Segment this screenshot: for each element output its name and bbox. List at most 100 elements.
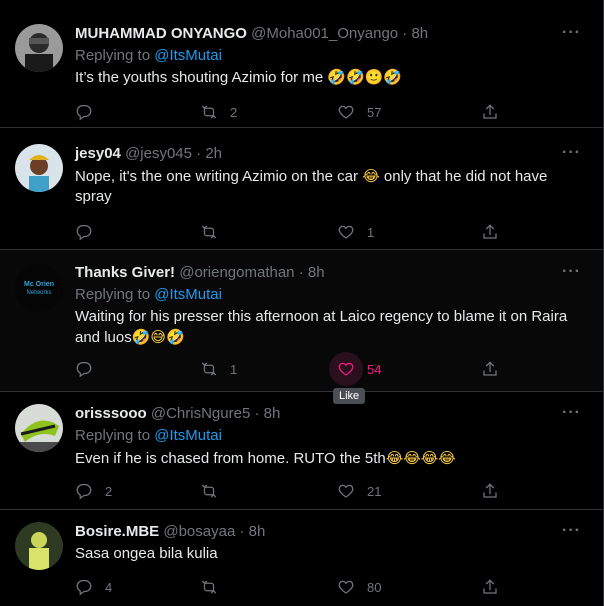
tweet-actions: 2 57 [75,100,515,124]
retweet-button[interactable] [200,575,230,599]
avatar[interactable] [15,404,63,452]
more-options-icon[interactable]: ··· [562,404,581,422]
avatar[interactable] [15,144,63,192]
more-options-icon[interactable]: ··· [562,24,581,42]
emoji: 🤣😅🤣 [131,328,185,346]
like-count: 54 [367,361,382,377]
tweet-text: Sasa ongea bila kulia [75,544,575,564]
timestamp[interactable]: · 2h [196,145,222,162]
heart-icon [338,225,354,239]
tweet-header: Bosire.MBE @bosayaa · 8h [75,522,265,542]
retweet-button[interactable]: 2 [200,100,237,124]
more-options-icon[interactable]: ··· [562,263,581,281]
like-button[interactable]: 1 [337,220,374,244]
replying-to: Replying to @ItsMutai [75,46,222,66]
retweet-icon [201,225,217,239]
like-button[interactable]: 80 [337,575,381,599]
more-options-icon[interactable]: ··· [562,522,581,540]
replying-to: Replying to @ItsMutai [75,285,222,305]
reply-icon [76,104,92,121]
retweet-button[interactable] [200,220,230,244]
tweet[interactable]: MUHAMMAD ONYANGO @Moha001_Onyango · 8h ·… [0,0,603,128]
share-button[interactable] [481,575,499,599]
reply-button[interactable]: 2 [75,479,112,503]
timestamp[interactable]: · 8h [254,405,280,422]
like-button[interactable]: 21 [337,479,381,503]
like-count: 1 [367,224,375,240]
emoji: 🤣🤣🙂🤣 [327,68,403,86]
heart-icon [338,484,354,498]
like-count: 80 [367,579,382,595]
reply-icon [76,361,92,378]
share-icon [483,483,497,498]
like-count: 57 [367,104,382,120]
retweet-button[interactable] [200,479,230,503]
reply-to-handle[interactable]: @ItsMutai [154,286,222,303]
reply-icon [76,483,92,500]
tweet-header: jesy04 @jesy045 · 2h [75,144,222,164]
reply-button[interactable] [75,357,105,381]
tweet-header: Thanks Giver! @oriengomathan · 8h [75,263,325,283]
display-name[interactable]: orisssooo [75,405,147,422]
more-options-icon[interactable]: ··· [562,144,581,162]
tweet[interactable]: jesy04 @jesy045 · 2h ··· Nope, it's the … [0,128,603,250]
tweet-text-content: Waiting for his presser this afternoon a… [75,308,568,325]
like-button[interactable]: 57 [337,100,381,124]
tweet-actions: 1 54 [75,352,515,386]
tweet-header: MUHAMMAD ONYANGO @Moha001_Onyango · 8h [75,24,428,44]
timestamp[interactable]: · 8h [299,264,325,281]
tweet-text-line2: and luos [75,329,132,346]
heart-icon [338,580,354,594]
reply-button[interactable] [75,220,105,244]
retweet-count: 2 [230,104,238,120]
tweet-actions: 4 80 [75,575,515,599]
tweet[interactable]: orisssooo @ChrisNgure5 · 8h ··· Replying… [0,392,603,510]
reply-button[interactable]: 4 [75,575,112,599]
share-icon [483,224,497,239]
reply-button[interactable] [75,100,105,124]
handle[interactable]: @bosayaa [163,523,235,540]
timestamp[interactable]: · 8h [239,523,265,540]
retweet-icon [201,580,217,594]
display-name[interactable]: jesy04 [75,145,121,162]
tweet-text-content: Sasa ongea bila kulia [75,545,218,562]
avatar[interactable] [15,24,63,72]
retweet-button[interactable]: 1 [200,357,237,381]
share-button[interactable] [481,357,499,381]
handle[interactable]: @ChrisNgure5 [151,405,250,422]
reply-feed: MUHAMMAD ONYANGO @Moha001_Onyango · 8h ·… [0,0,604,606]
tweet-header: orisssooo @ChrisNgure5 · 8h [75,404,280,424]
tweet-text: Waiting for his presser this afternoon a… [75,307,575,348]
like-tooltip: Like [333,388,366,404]
svg-text:Networks: Networks [26,290,51,296]
tweet-text-content: Even if he is chased from home. RUTO the… [75,450,386,467]
handle[interactable]: @jesy045 [125,145,192,162]
retweet-count: 1 [230,361,238,377]
tweet[interactable]: Mc Orien Networks Thanks Giver! @oriengo… [0,250,603,392]
emoji: 😂 [362,167,380,185]
display-name[interactable]: Thanks Giver! [75,264,175,281]
tweet[interactable]: Bosire.MBE @bosayaa · 8h ··· Sasa ongea … [0,510,603,606]
reply-icon [76,224,92,241]
reply-to-handle[interactable]: @ItsMutai [154,427,222,444]
avatar[interactable]: Mc Orien Networks [15,264,63,312]
avatar[interactable] [15,522,63,570]
share-button[interactable] [481,220,499,244]
tweet-text-line2: spray [75,188,112,205]
display-name[interactable]: Bosire.MBE [75,523,159,540]
like-hover-circle[interactable] [329,352,363,386]
tweet-text-continued: only that he did not have [383,168,548,185]
reply-count: 4 [105,579,113,595]
share-icon [483,104,497,119]
like-count: 21 [367,483,382,499]
share-button[interactable] [481,100,499,124]
retweet-icon [201,105,217,119]
timestamp[interactable]: · 8h [402,25,428,42]
like-button[interactable]: 54 [329,352,382,386]
handle[interactable]: @Moha001_Onyango [251,25,398,42]
share-button[interactable] [481,479,499,503]
reply-to-handle[interactable]: @ItsMutai [154,47,222,64]
tweet-text: Even if he is chased from home. RUTO the… [75,448,575,469]
handle[interactable]: @oriengomathan [179,264,294,281]
display-name[interactable]: MUHAMMAD ONYANGO [75,25,247,42]
